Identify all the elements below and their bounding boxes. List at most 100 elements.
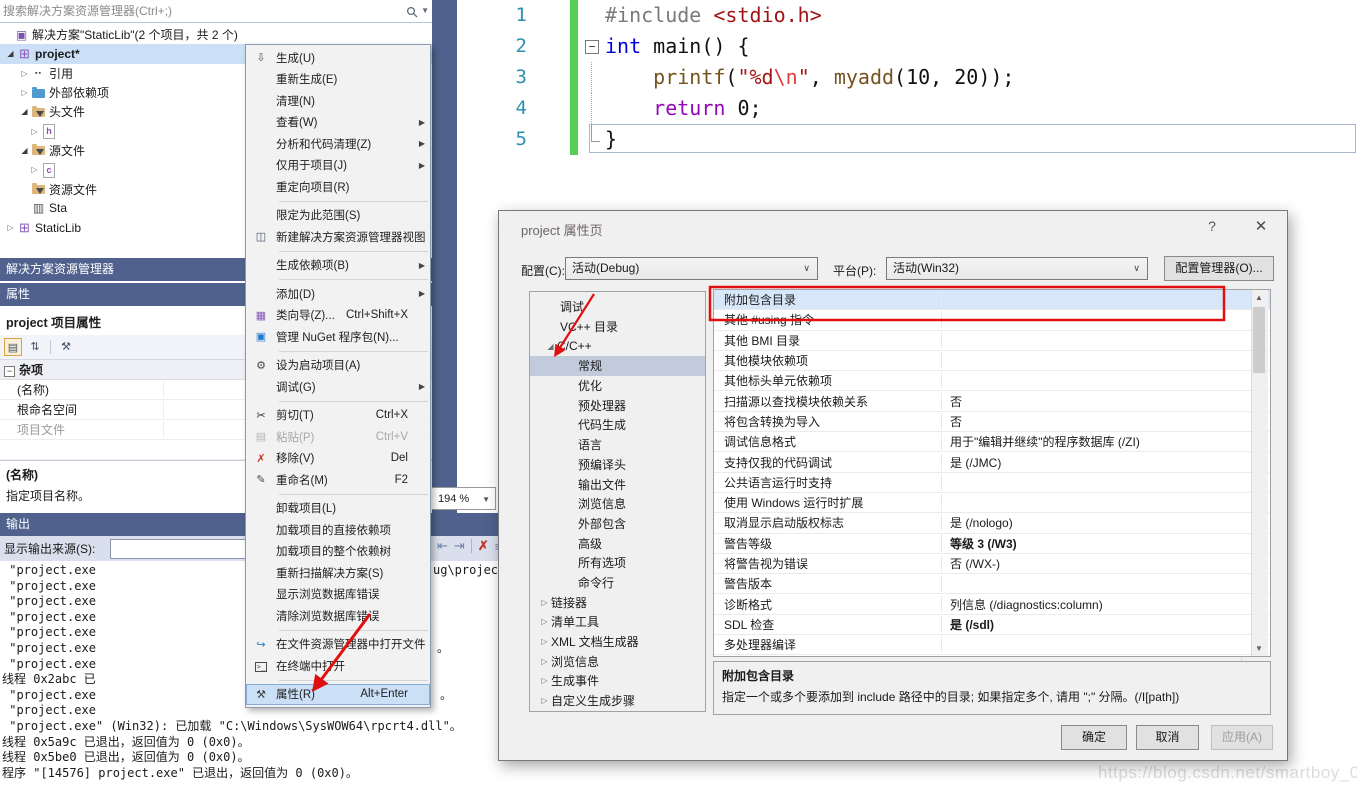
search-icon[interactable] — [406, 3, 418, 25]
menu-item-rebuild[interactable]: 重新生成(E) — [246, 69, 430, 91]
settings-tree-item-language[interactable]: 语言 — [530, 435, 705, 455]
solution-search-input[interactable]: 搜索解决方案资源管理器(Ctrl+;) ▼ — [0, 0, 432, 23]
setting-row[interactable]: 其他 #using 指令 — [714, 310, 1270, 330]
chevron-down-icon[interactable]: ▼ — [421, 0, 429, 22]
clear-all-icon[interactable]: ✗ — [478, 538, 489, 554]
scrollbar-thumb[interactable] — [1253, 307, 1265, 373]
help-icon[interactable]: ? — [1203, 218, 1221, 234]
setting-row[interactable]: 取消显示启动版权标志是 (/nologo) — [714, 513, 1270, 533]
setting-row[interactable]: 将包含转换为导入否 — [714, 412, 1270, 432]
setting-row[interactable]: 调试信息格式用于"编辑并继续"的程序数据库 (/ZI) — [714, 432, 1270, 452]
setting-row[interactable]: 启用地址擦除系统否 — [714, 655, 1270, 657]
wrench-icon[interactable]: ⚒ — [57, 338, 75, 356]
settings-tree-item-debug[interactable]: 调试 — [530, 297, 705, 317]
settings-tree-item-output-files[interactable]: 输出文件 — [530, 474, 705, 494]
expander-collapsed-icon[interactable]: ▷ — [538, 617, 551, 626]
close-icon[interactable]: ✕ — [1251, 217, 1271, 235]
settings-tree-item-command-line[interactable]: 命令行 — [530, 573, 705, 593]
collapse-box-icon[interactable]: − — [4, 366, 15, 377]
chevron-down-icon[interactable]: ▼ — [482, 488, 490, 511]
settings-tree-item-advanced[interactable]: 高级 — [530, 533, 705, 553]
settings-tree-item-xml-doc-generator[interactable]: ▷XML 文档生成器 — [530, 632, 705, 652]
menu-item-analyze-and-code-cleanup[interactable]: 分析和代码清理(Z)▶ — [246, 133, 430, 155]
grid-scrollbar[interactable]: ▲ ▼ — [1251, 290, 1268, 656]
platform-select[interactable]: 活动(Win32) ∨ — [886, 257, 1148, 280]
scroll-down-icon[interactable]: ▼ — [1252, 641, 1266, 656]
expander-collapsed-icon[interactable]: ▷ — [4, 223, 17, 232]
expander-collapsed-icon[interactable]: ▷ — [538, 676, 551, 685]
setting-row[interactable]: 附加包含目录 — [714, 290, 1270, 310]
settings-tree-item-optimization[interactable]: 优化 — [530, 376, 705, 396]
menu-item-cut[interactable]: ✂剪切(T)Ctrl+X — [246, 405, 430, 427]
fold-collapse-icon[interactable]: − — [585, 40, 599, 54]
expander-collapsed-icon[interactable]: ▷ — [28, 165, 41, 174]
setting-row[interactable]: 警告版本 — [714, 574, 1270, 594]
settings-tree-item-precompiled-headers[interactable]: 预编译头 — [530, 455, 705, 475]
menu-item-open-in-terminal[interactable]: >_在终端中打开 — [246, 655, 430, 677]
menu-item-set-startup-project[interactable]: ⚙设为启动项目(A) — [246, 355, 430, 377]
menu-item-unload-project[interactable]: 卸载项目(L) — [246, 498, 430, 520]
menu-item-rename[interactable]: ✎重命名(M)F2 — [246, 469, 430, 491]
settings-tree-item-code-generation[interactable]: 代码生成 — [530, 415, 705, 435]
configuration-manager-button[interactable]: 配置管理器(O)... — [1164, 256, 1274, 281]
settings-tree-item-preprocessor[interactable]: 预处理器 — [530, 395, 705, 415]
expander-collapsed-icon[interactable]: ▷ — [538, 637, 551, 646]
configuration-select[interactable]: 活动(Debug) ∨ — [565, 257, 818, 280]
menu-item-show-browse-db-errors[interactable]: 显示浏览数据库错误 — [246, 584, 430, 606]
menu-item-load-entire-dependency-tree[interactable]: 加载项目的整个依赖树 — [246, 541, 430, 563]
menu-item-open-folder-in-explorer[interactable]: ↪在文件资源管理器中打开文件夹(X) — [246, 634, 430, 656]
expander-expanded-icon[interactable]: ◢ — [544, 342, 557, 351]
menu-item-class-wizard[interactable]: ▦类向导(Z)...Ctrl+Shift+X — [246, 305, 430, 327]
expander-collapsed-icon[interactable]: ▷ — [538, 598, 551, 607]
setting-row[interactable]: 使用 Windows 运行时扩展 — [714, 493, 1270, 513]
setting-row[interactable]: 支持仅我的代码调试是 (/JMC) — [714, 452, 1270, 472]
settings-tree-item-vcpp-directories[interactable]: VC++ 目录 — [530, 317, 705, 337]
expander-collapsed-icon[interactable]: ▷ — [18, 88, 31, 97]
settings-tree-item-browse-information[interactable]: ▷浏览信息 — [530, 651, 705, 671]
menu-item-debug[interactable]: 调试(G)▶ — [246, 376, 430, 398]
settings-tree-item-linker[interactable]: ▷链接器 — [530, 592, 705, 612]
output-source-dropdown[interactable] — [110, 539, 262, 559]
setting-row[interactable]: 警告等级等级 3 (/W3) — [714, 534, 1270, 554]
expander-expanded-icon[interactable]: ◢ — [18, 107, 31, 116]
menu-item-build[interactable]: ⇩生成(U) — [246, 47, 430, 69]
settings-tree-item-all-options[interactable]: 所有选项 — [530, 553, 705, 573]
setting-row[interactable]: 多处理器编译 — [714, 635, 1270, 655]
cancel-button[interactable]: 取消 — [1136, 725, 1199, 750]
unindent-icon[interactable]: ⇤ — [437, 538, 448, 554]
settings-tree-item-build-events[interactable]: ▷生成事件 — [530, 671, 705, 691]
expander-collapsed-icon[interactable]: ▷ — [18, 69, 31, 78]
setting-row[interactable]: 其他 BMI 目录 — [714, 331, 1270, 351]
settings-tree-item-browse-info[interactable]: 浏览信息 — [530, 494, 705, 514]
menu-item-add[interactable]: 添加(D)▶ — [246, 283, 430, 305]
menu-item-remove[interactable]: ✗移除(V)Del — [246, 448, 430, 470]
menu-item-project-only[interactable]: 仅用于项目(J)▶ — [246, 155, 430, 177]
apply-button[interactable]: 应用(A) — [1211, 725, 1273, 750]
settings-tree-item-general[interactable]: 常规 — [530, 356, 705, 376]
menu-item-clean[interactable]: 清理(N) — [246, 90, 430, 112]
expander-expanded-icon[interactable]: ◢ — [4, 49, 17, 58]
setting-row[interactable]: 公共语言运行时支持 — [714, 473, 1270, 493]
expander-expanded-icon[interactable]: ◢ — [18, 146, 31, 155]
setting-row[interactable]: 将警告视为错误否 (/WX-) — [714, 554, 1270, 574]
settings-tree-item-custom-build-step[interactable]: ▷自定义生成步骤 — [530, 691, 705, 711]
menu-item-load-direct-dependencies[interactable]: 加载项目的直接依赖项 — [246, 519, 430, 541]
menu-item-scope-to-this[interactable]: 限定为此范围(S) — [246, 205, 430, 227]
tree-item-solution[interactable]: ▣解决方案"StaticLib"(2 个项目，共 2 个) — [0, 25, 432, 44]
expander-collapsed-icon[interactable]: ▷ — [538, 696, 551, 705]
sort-az-icon[interactable]: ⇅ — [26, 338, 44, 356]
ok-button[interactable]: 确定 — [1061, 725, 1127, 750]
indent-icon[interactable]: ⇥ — [454, 538, 465, 554]
menu-item-clear-browse-db-errors[interactable]: 清除浏览数据库错误 — [246, 605, 430, 627]
menu-item-retarget-project[interactable]: 重定向项目(R) — [246, 176, 430, 198]
fold-margin[interactable]: − — [582, 31, 602, 62]
menu-item-rescan-solution[interactable]: 重新扫描解决方案(S) — [246, 562, 430, 584]
setting-row[interactable]: SDL 检查是 (/sdl) — [714, 615, 1270, 635]
menu-item-manage-nuget[interactable]: ▣管理 NuGet 程序包(N)... — [246, 326, 430, 348]
scroll-up-icon[interactable]: ▲ — [1252, 290, 1266, 305]
settings-tree-item-manifest-tool[interactable]: ▷清单工具 — [530, 612, 705, 632]
menu-item-new-solution-explorer-view[interactable]: ◫新建解决方案资源管理器视图(N) — [246, 226, 430, 248]
menu-item-build-dependencies[interactable]: 生成依赖项(B)▶ — [246, 255, 430, 277]
expander-collapsed-icon[interactable]: ▷ — [28, 127, 41, 136]
setting-row[interactable]: 扫描源以查找模块依赖关系否 — [714, 391, 1270, 411]
